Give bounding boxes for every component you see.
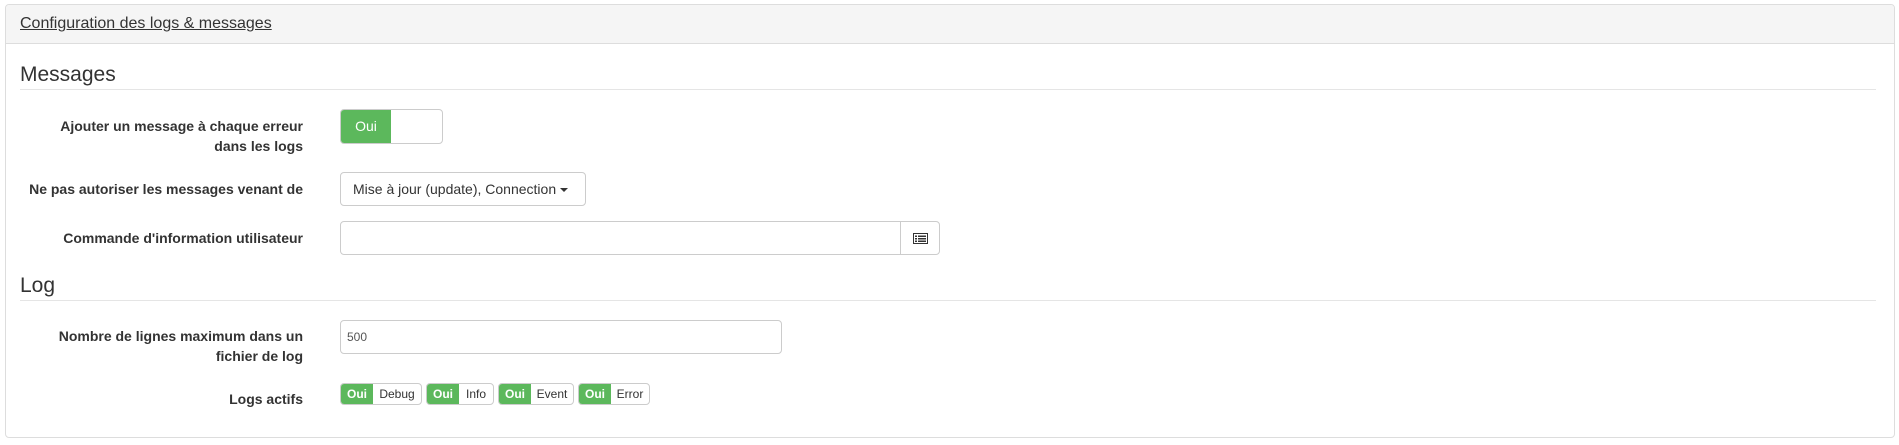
block-messages-selected: Mise à jour (update), Connection — [353, 181, 557, 197]
user-info-command-label: Commande d'information utilisateur — [63, 230, 303, 246]
max-lines-label-line1: Nombre de lignes maximum dans un — [58, 328, 303, 344]
messages-legend: Messages — [20, 61, 1876, 90]
error-message-label-line2: dans les logs — [214, 138, 303, 154]
caret-down-icon — [560, 188, 569, 193]
debug-log-toggle[interactable]: Oui Debug — [340, 383, 422, 405]
error-message-label-line1: Ajouter un message à chaque erreur — [60, 118, 303, 134]
error-toggle-label: Error — [616, 387, 644, 401]
debug-toggle-label: Debug — [379, 387, 415, 401]
event-toggle-label: Event — [536, 387, 568, 401]
panel-title-link[interactable]: Configuration des logs & messages — [20, 15, 272, 33]
event-toggle-on: Oui — [499, 384, 531, 404]
event-log-toggle[interactable]: Oui Event — [498, 383, 574, 405]
logs-config-panel: Configuration des logs & messages Messag… — [5, 4, 1895, 438]
user-info-command-select-button[interactable] — [900, 221, 940, 255]
error-message-toggle-on: Oui — [341, 110, 391, 143]
info-log-toggle[interactable]: Oui Info — [426, 383, 494, 405]
list-alt-icon — [913, 233, 928, 244]
max-lines-label-line2: fichier de log — [215, 348, 303, 364]
log-legend: Log — [20, 272, 1876, 301]
active-logs-label: Logs actifs — [229, 391, 303, 407]
error-toggle-on: Oui — [579, 384, 611, 404]
max-lines-input[interactable] — [340, 320, 782, 354]
error-message-toggle[interactable]: Oui — [340, 109, 443, 144]
block-messages-dropdown[interactable]: Mise à jour (update), Connection — [340, 172, 586, 206]
error-log-toggle[interactable]: Oui Error — [578, 383, 650, 405]
max-lines-label: Nombre de lignes maximum dans un fichier… — [6, 326, 303, 366]
error-message-label: Ajouter un message à chaque erreur dans … — [6, 116, 303, 156]
panel-heading: Configuration des logs & messages — [6, 5, 1894, 44]
block-messages-label: Ne pas autoriser les messages venant de — [29, 181, 303, 197]
user-info-command-input[interactable] — [340, 221, 901, 255]
info-toggle-on: Oui — [427, 384, 459, 404]
debug-toggle-on: Oui — [341, 384, 373, 404]
error-message-toggle-off — [391, 110, 442, 143]
info-toggle-label: Info — [465, 387, 486, 401]
